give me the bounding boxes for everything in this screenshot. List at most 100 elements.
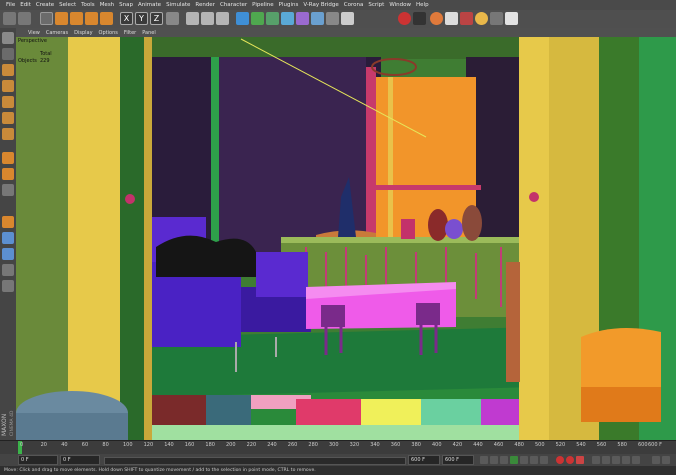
perspective-viewport[interactable]: Perspective Total Objects 229 bbox=[16, 37, 676, 440]
position-key-icon[interactable] bbox=[592, 456, 600, 464]
max-frame-field[interactable]: 600 F bbox=[442, 455, 474, 465]
play-icon[interactable] bbox=[510, 456, 518, 464]
render-settings-icon[interactable] bbox=[216, 12, 229, 25]
menu-bar: File Edit Create Select Tools Mesh Snap Animate… bbox=[0, 0, 676, 10]
previous-frame-icon[interactable] bbox=[500, 456, 508, 464]
points-mode-icon[interactable] bbox=[2, 96, 14, 108]
corona-sky-icon[interactable] bbox=[475, 12, 488, 25]
magnet-icon[interactable] bbox=[2, 280, 14, 292]
viewport-menu-display[interactable]: Display bbox=[74, 30, 92, 36]
end-frame-field[interactable]: 600 F bbox=[408, 455, 440, 465]
solo-icon[interactable] bbox=[2, 264, 14, 276]
snap-icon[interactable] bbox=[2, 184, 14, 196]
menu-item-help[interactable]: Help bbox=[416, 2, 429, 8]
timeline-tick: 440 bbox=[473, 442, 483, 448]
timeline-ruler[interactable]: 600 F 0 20 40 60 80 100 120 140 160 180 200 220 240 2… bbox=[0, 440, 676, 455]
cube-icon[interactable] bbox=[236, 12, 249, 25]
redo-icon[interactable] bbox=[18, 12, 31, 25]
corona-light-icon[interactable] bbox=[445, 12, 458, 25]
edges-mode-icon[interactable] bbox=[2, 112, 14, 124]
next-frame-icon[interactable] bbox=[520, 456, 528, 464]
menu-item-tools[interactable]: Tools bbox=[81, 2, 95, 8]
menu-item-snap[interactable]: Snap bbox=[119, 2, 133, 8]
menu-item-corona[interactable]: Corona bbox=[344, 2, 364, 8]
axis-x-button[interactable]: X bbox=[120, 12, 133, 25]
menu-item-mesh[interactable]: Mesh bbox=[100, 2, 114, 8]
go-to-end-icon[interactable] bbox=[540, 456, 548, 464]
viewport-menu-panel[interactable]: Panel bbox=[142, 30, 156, 36]
corona-ipr-icon[interactable] bbox=[413, 12, 426, 25]
menu-item-plugins[interactable]: Plugins bbox=[279, 2, 299, 8]
pen-icon[interactable] bbox=[251, 12, 264, 25]
menu-item-create[interactable]: Create bbox=[36, 2, 54, 8]
move-icon[interactable] bbox=[55, 12, 68, 25]
next-key-icon[interactable] bbox=[530, 456, 538, 464]
menu-item-file[interactable]: File bbox=[6, 2, 15, 8]
deformer-icon[interactable] bbox=[296, 12, 309, 25]
paint-icon[interactable] bbox=[2, 248, 14, 260]
axis-z-button[interactable]: Z bbox=[150, 12, 163, 25]
menu-item-edit[interactable]: Edit bbox=[20, 2, 31, 8]
camera-icon[interactable] bbox=[326, 12, 339, 25]
menu-item-simulate[interactable]: Simulate bbox=[166, 2, 190, 8]
scale-icon[interactable] bbox=[70, 12, 83, 25]
rotation-key-icon[interactable] bbox=[612, 456, 620, 464]
corona-volume-icon[interactable] bbox=[490, 12, 503, 25]
menu-item-select[interactable]: Select bbox=[59, 2, 76, 8]
make-editable-icon[interactable] bbox=[2, 32, 14, 44]
keyframe-selection-icon[interactable] bbox=[576, 456, 584, 464]
array-icon[interactable] bbox=[281, 12, 294, 25]
sculpt-icon[interactable] bbox=[2, 232, 14, 244]
rotate-icon[interactable] bbox=[85, 12, 98, 25]
menu-item-pipeline[interactable]: Pipeline bbox=[252, 2, 274, 8]
render-view-icon[interactable] bbox=[186, 12, 199, 25]
viewport-menu-filter[interactable]: Filter bbox=[124, 30, 136, 36]
menu-item-character[interactable]: Character bbox=[220, 2, 247, 8]
previous-key-icon[interactable] bbox=[490, 456, 498, 464]
timeline-tick: 280 bbox=[308, 442, 318, 448]
subdivision-icon[interactable] bbox=[266, 12, 279, 25]
menu-item-animate[interactable]: Animate bbox=[138, 2, 161, 8]
menu-item-render[interactable]: Render bbox=[195, 2, 215, 8]
timeline-tick: 320 bbox=[349, 442, 360, 448]
current-frame-field[interactable]: 0 F bbox=[60, 455, 100, 465]
autokey-icon[interactable] bbox=[566, 456, 574, 464]
scale-key-icon[interactable] bbox=[602, 456, 610, 464]
viewport-menu-options[interactable]: Options bbox=[99, 30, 118, 36]
corona-settings-icon[interactable] bbox=[505, 12, 518, 25]
model-mode-icon[interactable] bbox=[2, 48, 14, 60]
corona-proxy-icon[interactable] bbox=[460, 12, 473, 25]
floor-icon[interactable] bbox=[311, 12, 324, 25]
undo-icon[interactable] bbox=[3, 12, 16, 25]
workplane-icon[interactable] bbox=[2, 80, 14, 92]
coordinate-system-icon[interactable] bbox=[166, 12, 179, 25]
menu-item-window[interactable]: Window bbox=[389, 2, 411, 8]
frame-range-slider[interactable] bbox=[104, 457, 406, 465]
last-tool-icon[interactable] bbox=[100, 12, 113, 25]
viewport-menu-view[interactable]: View bbox=[28, 30, 40, 36]
main-toolbar: X Y Z bbox=[0, 10, 676, 29]
axis-mode-icon[interactable] bbox=[2, 152, 14, 164]
timeline-tick: 560 bbox=[596, 442, 607, 448]
texture-mode-icon[interactable] bbox=[2, 64, 14, 76]
timeline-window-icon[interactable] bbox=[652, 456, 660, 464]
parameter-key-icon[interactable] bbox=[622, 456, 630, 464]
record-active-icon[interactable] bbox=[556, 456, 564, 464]
svg-text:MAXON: MAXON bbox=[1, 414, 8, 436]
playback-settings-icon[interactable] bbox=[662, 456, 670, 464]
light-icon[interactable] bbox=[341, 12, 354, 25]
menu-item-script[interactable]: Script bbox=[368, 2, 384, 8]
axis-y-button[interactable]: Y bbox=[135, 12, 148, 25]
point-level-icon[interactable] bbox=[632, 456, 640, 464]
viewport-menu-cameras[interactable]: Cameras bbox=[46, 30, 68, 36]
lock-workplane-icon[interactable] bbox=[2, 216, 14, 228]
menu-item-v-ray-bridge[interactable]: V-Ray Bridge bbox=[303, 2, 338, 8]
corona-render-icon[interactable] bbox=[398, 12, 411, 25]
corona-material-icon[interactable] bbox=[430, 12, 443, 25]
render-picture-viewer-icon[interactable] bbox=[201, 12, 214, 25]
live-select-icon[interactable] bbox=[40, 12, 53, 25]
start-frame-field[interactable]: 0 F bbox=[18, 455, 58, 465]
go-to-start-icon[interactable] bbox=[480, 456, 488, 464]
polygons-mode-icon[interactable] bbox=[2, 128, 14, 140]
tweak-mode-icon[interactable] bbox=[2, 168, 14, 180]
